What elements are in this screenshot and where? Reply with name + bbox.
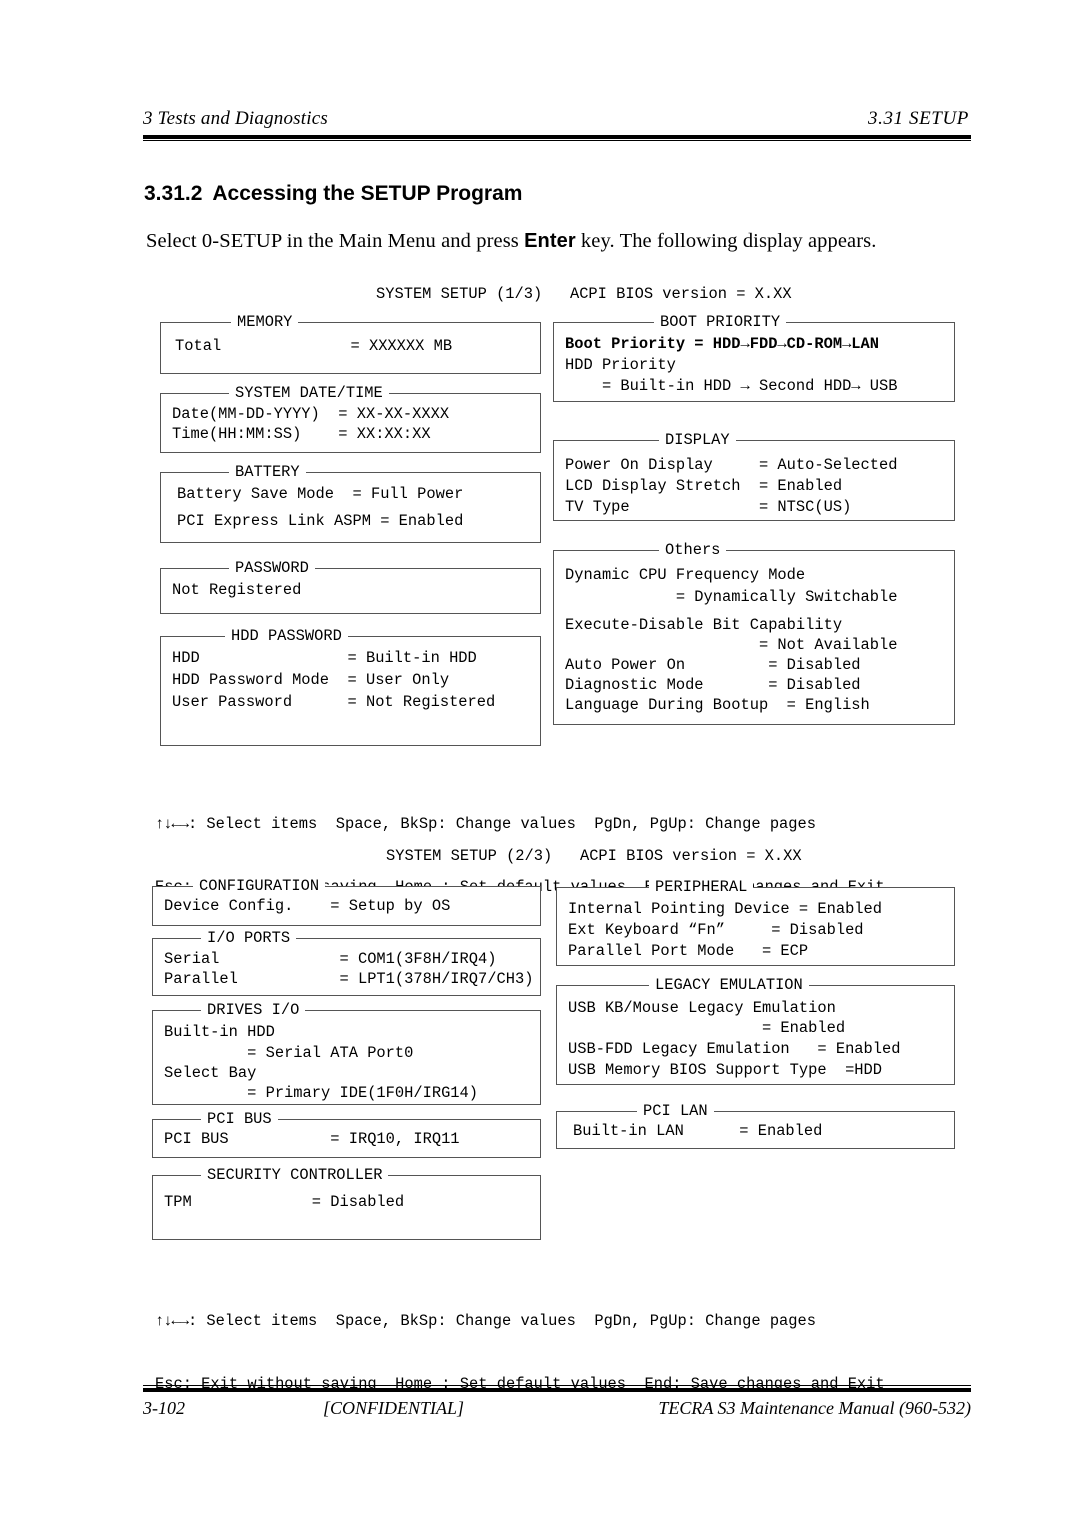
hdd-password-mode-row: HDD Password Mode = User Only (172, 671, 450, 689)
box-boot-priority-legend: BOOT PRIORITY (654, 313, 787, 331)
password-status-row: Not Registered (172, 581, 302, 599)
screen2-help-line1: ↑↓←→: Select items Space, BkSp: Change v… (155, 1311, 885, 1332)
execute-disable-label: Execute-Disable Bit Capability (565, 616, 843, 634)
internal-pointing-device-row: Internal Pointing Device = Enabled (568, 900, 883, 918)
diagnostic-mode-row: Diagnostic Mode = Disabled (565, 676, 861, 694)
footer-page-number: 3-102 (143, 1398, 185, 1418)
enter-key-label: Enter (524, 230, 576, 252)
box-configuration: CONFIGURATION Device Config. = Setup by … (152, 877, 541, 926)
box-battery-legend: BATTERY (229, 463, 306, 481)
dynamic-cpu-freq-value: = Dynamically Switchable (565, 588, 898, 606)
built-in-hdd-label: Built-in HDD (164, 1023, 275, 1041)
tpm-row: TPM = Disabled (164, 1193, 405, 1211)
box-battery: BATTERY Battery Save Mode = Full Power P… (160, 463, 541, 543)
intro-text-after: key. The following display appears. (575, 230, 877, 252)
tv-type-row: TV Type = NTSC(US) (565, 498, 852, 516)
screen2-help-line1-text: : Select items Space, BkSp: Change value… (187, 1312, 816, 1330)
box-legacy-emulation-legend: LEGACY EMULATION (649, 976, 809, 994)
box-peripheral: PERIPHERAL Internal Pointing Device = En… (556, 878, 955, 966)
box-others-legend: Others (659, 541, 727, 559)
pci-express-aspm-row: PCI Express Link ASPM = Enabled (177, 512, 464, 530)
date-row: Date(MM-DD-YYYY) = XX-XX-XXXX (172, 405, 450, 423)
time-row: Time(HH:MM:SS) = XX:XX:XX (172, 425, 431, 443)
box-others: Others Dynamic CPU Frequency Mode = Dyna… (553, 541, 955, 725)
box-hdd-password: HDD PASSWORD HDD = Built-in HDD HDD Pass… (160, 627, 541, 746)
lcd-display-stretch-row: LCD Display Stretch = Enabled (565, 477, 843, 495)
section-number: 3.31.2 (144, 182, 203, 205)
page-title: 3.31.2 Accessing the SETUP Program (144, 182, 522, 206)
running-head: 3 Tests and Diagnostics 3.31 SETUP (143, 108, 969, 130)
language-bootup-row: Language During Bootup = English (565, 696, 870, 714)
box-password-legend: PASSWORD (229, 559, 315, 577)
built-in-hdd-value: = Serial ATA Port0 (164, 1044, 414, 1062)
box-system-date-time-legend: SYSTEM DATE/TIME (229, 384, 389, 402)
usb-memory-bios-row: USB Memory BIOS Support Type =HDD (568, 1061, 883, 1079)
execute-disable-value: = Not Available (565, 636, 898, 654)
intro-paragraph: Select 0-SETUP in the Main Menu and pres… (146, 230, 946, 253)
box-memory: MEMORY Total = XXXXXX MB (160, 313, 541, 374)
parallel-port-mode-row: Parallel Port Mode = ECP (568, 942, 809, 960)
running-head-left: 3 Tests and Diagnostics (143, 108, 328, 129)
arrow-keys-icon: ↑↓←→ (155, 815, 189, 833)
box-io-ports-legend: I/O PORTS (201, 929, 297, 947)
screen1-help-line1: ↑↓←→: Select items Space, BkSp: Change v… (155, 814, 885, 835)
dynamic-cpu-freq-label: Dynamic CPU Frequency Mode (565, 566, 806, 584)
box-drives-io-legend: DRIVES I/O (201, 1001, 306, 1019)
screen2-title: SYSTEM SETUP (2/3) ACPI BIOS version = X… (386, 847, 802, 865)
usb-kb-mouse-legacy-label: USB KB/Mouse Legacy Emulation (568, 999, 836, 1017)
user-password-row: User Password = Not Registered (172, 693, 496, 711)
section-title: Accessing the SETUP Program (212, 182, 523, 205)
header-rule (143, 135, 971, 141)
box-security-controller: SECURITY CONTROLLER TPM = Disabled (152, 1166, 541, 1240)
box-password: PASSWORD Not Registered (160, 559, 541, 614)
built-in-lan-row: Built-in LAN = Enabled (573, 1122, 823, 1140)
running-head-right: 3.31 SETUP (868, 108, 969, 129)
box-pci-bus-legend: PCI BUS (201, 1110, 278, 1128)
box-display-legend: DISPLAY (659, 431, 736, 449)
hdd-priority-value: = Built-in HDD → Second HDD→ USB (565, 377, 898, 395)
parallel-port-row: Parallel = LPT1(378H/IRQ7/CH3) (164, 970, 534, 988)
box-memory-legend: MEMORY (231, 313, 299, 331)
box-legacy-emulation: LEGACY EMULATION USB KB/Mouse Legacy Emu… (556, 976, 955, 1085)
ext-keyboard-fn-row: Ext Keyboard “Fn” = Disabled (568, 921, 864, 939)
box-hdd-password-legend: HDD PASSWORD (225, 627, 348, 645)
hdd-priority-label: HDD Priority (565, 356, 676, 374)
footer-rule (143, 1385, 971, 1392)
document-page: 3 Tests and Diagnostics 3.31 SETUP 3.31.… (0, 0, 1080, 1528)
box-configuration-legend: CONFIGURATION (193, 877, 326, 895)
serial-port-row: Serial = COM1(3F8H/IRQ4) (164, 950, 497, 968)
box-system-date-time: SYSTEM DATE/TIME Date(MM-DD-YYYY) = XX-X… (160, 384, 541, 453)
box-display: DISPLAY Power On Display = Auto-Selected… (553, 431, 955, 521)
power-on-display-row: Power On Display = Auto-Selected (565, 456, 898, 474)
pci-bus-irq-row: PCI BUS = IRQ10, IRQ11 (164, 1130, 460, 1148)
screen1-title: SYSTEM SETUP (1/3) ACPI BIOS version = X… (376, 285, 792, 303)
memory-total-row: Total = XXXXXX MB (175, 337, 453, 355)
hdd-row: HDD = Built-in HDD (172, 649, 477, 667)
battery-save-mode-row: Battery Save Mode = Full Power (177, 485, 464, 503)
footer-confidential: [CONFIDENTIAL] (323, 1398, 465, 1418)
page-footer: 3-102 [CONFIDENTIAL] TECRA S3 Maintenanc… (143, 1398, 971, 1419)
usb-kb-mouse-legacy-value: = Enabled (568, 1019, 846, 1037)
boot-priority-row: Boot Priority = HDD→FDD→CD-ROM→LAN (565, 335, 880, 353)
select-bay-value: = Primary IDE(1F0H/IRG14) (164, 1084, 479, 1102)
select-bay-label: Select Bay (164, 1064, 257, 1082)
box-io-ports: I/O PORTS Serial = COM1(3F8H/IRQ4) Paral… (152, 929, 541, 996)
footer-manual-title: TECRA S3 Maintenance Manual (960-532) (658, 1398, 971, 1418)
device-config-row: Device Config. = Setup by OS (164, 897, 451, 915)
auto-power-on-row: Auto Power On = Disabled (565, 656, 861, 674)
box-security-controller-legend: SECURITY CONTROLLER (201, 1166, 389, 1184)
usb-fdd-legacy-row: USB-FDD Legacy Emulation = Enabled (568, 1040, 901, 1058)
screen1-help-line1-text: : Select items Space, BkSp: Change value… (187, 815, 816, 833)
box-drives-io: DRIVES I/O Built-in HDD = Serial ATA Por… (152, 1001, 541, 1105)
box-pci-lan-legend: PCI LAN (637, 1102, 714, 1120)
box-peripheral-legend: PERIPHERAL (649, 878, 754, 896)
box-boot-priority: BOOT PRIORITY Boot Priority = HDD→FDD→CD… (553, 313, 955, 402)
intro-text-before: Select 0-SETUP in the Main Menu and pres… (146, 230, 525, 252)
box-pci-lan: PCI LAN Built-in LAN = Enabled (556, 1102, 955, 1149)
box-pci-bus: PCI BUS PCI BUS = IRQ10, IRQ11 (152, 1110, 541, 1158)
arrow-keys-icon: ↑↓←→ (155, 1312, 189, 1330)
